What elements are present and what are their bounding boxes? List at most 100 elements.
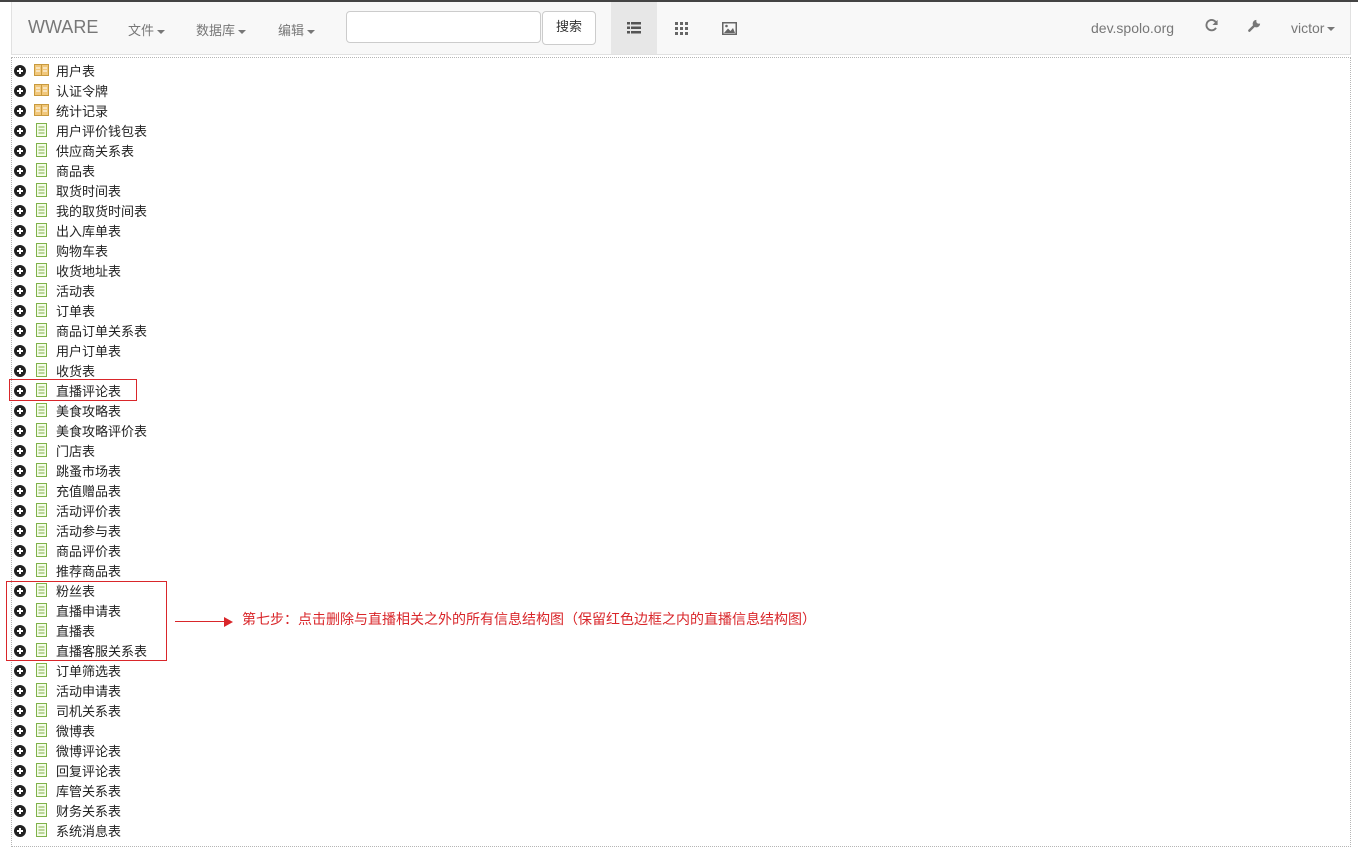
list-view-button[interactable]	[611, 2, 657, 54]
tree-item-label[interactable]: 商品评价表	[56, 541, 121, 560]
tree-item-label[interactable]: 推荐商品表	[56, 561, 121, 580]
tree-item[interactable]: 推荐商品表	[14, 560, 147, 580]
expand-plus-icon[interactable]	[14, 464, 26, 477]
tree-item-label[interactable]: 活动评价表	[56, 501, 121, 520]
image-view-button[interactable]	[706, 2, 752, 54]
host-name[interactable]: dev.spolo.org	[1091, 20, 1174, 36]
expand-plus-icon[interactable]	[14, 404, 26, 417]
tree-item-label[interactable]: 门店表	[56, 441, 95, 460]
expand-plus-icon[interactable]	[14, 164, 26, 177]
expand-plus-icon[interactable]	[14, 564, 26, 577]
tree-item-label[interactable]: 充值赠品表	[56, 481, 121, 500]
expand-plus-icon[interactable]	[14, 64, 26, 77]
tree-item[interactable]: 商品订单关系表	[14, 320, 147, 340]
expand-plus-icon[interactable]	[14, 144, 26, 157]
tree-item-label[interactable]: 取货时间表	[56, 181, 121, 200]
tree-item-label[interactable]: 微博表	[56, 721, 95, 740]
tree-item-label[interactable]: 库管关系表	[56, 781, 121, 800]
expand-plus-icon[interactable]	[14, 484, 26, 497]
tree-item[interactable]: 出入库单表	[14, 220, 147, 240]
tree-item[interactable]: 商品表	[14, 160, 147, 180]
tree-item[interactable]: 取货时间表	[14, 180, 147, 200]
tree-item-label[interactable]: 收货表	[56, 361, 95, 380]
tree-item[interactable]: 活动评价表	[14, 500, 147, 520]
expand-plus-icon[interactable]	[14, 224, 26, 237]
menu-edit[interactable]: 编辑	[278, 20, 316, 39]
expand-plus-icon[interactable]	[14, 724, 26, 737]
tree-item[interactable]: 用户订单表	[14, 340, 147, 360]
tree-item-label[interactable]: 统计记录	[56, 101, 108, 120]
tree-item-label[interactable]: 跳蚤市场表	[56, 461, 121, 480]
expand-plus-icon[interactable]	[14, 804, 26, 817]
expand-plus-icon[interactable]	[14, 124, 26, 137]
tree-item-label[interactable]: 认证令牌	[56, 81, 108, 100]
expand-plus-icon[interactable]	[14, 104, 26, 117]
expand-plus-icon[interactable]	[14, 264, 26, 277]
expand-plus-icon[interactable]	[14, 364, 26, 377]
tree-item-label[interactable]: 订单筛选表	[56, 661, 121, 680]
tree-item-label[interactable]: 美食攻略表	[56, 401, 121, 420]
expand-plus-icon[interactable]	[14, 744, 26, 757]
tree-item[interactable]: 微博表	[14, 720, 147, 740]
tree-item[interactable]: 购物车表	[14, 240, 147, 260]
grid-view-button[interactable]	[658, 2, 704, 54]
tree-item[interactable]: 用户表	[14, 60, 147, 80]
tree-item[interactable]: 收货表	[14, 360, 147, 380]
menu-database[interactable]: 数据库	[196, 20, 247, 39]
expand-plus-icon[interactable]	[14, 444, 26, 457]
tree-item[interactable]: 活动表	[14, 280, 147, 300]
expand-plus-icon[interactable]	[14, 184, 26, 197]
expand-plus-icon[interactable]	[14, 664, 26, 677]
expand-plus-icon[interactable]	[14, 284, 26, 297]
tree-item[interactable]: 订单筛选表	[14, 660, 147, 680]
tree-item-label[interactable]: 出入库单表	[56, 221, 121, 240]
user-menu[interactable]: victor	[1291, 20, 1336, 36]
tree-item-label[interactable]: 用户评价钱包表	[56, 121, 147, 140]
tree-item[interactable]: 司机关系表	[14, 700, 147, 720]
tree-item[interactable]: 收货地址表	[14, 260, 147, 280]
tree-item-label[interactable]: 商品表	[56, 161, 95, 180]
tree-item[interactable]: 美食攻略评价表	[14, 420, 147, 440]
expand-plus-icon[interactable]	[14, 764, 26, 777]
tree-item-label[interactable]: 系统消息表	[56, 821, 121, 840]
expand-plus-icon[interactable]	[14, 784, 26, 797]
tree-item[interactable]: 统计记录	[14, 100, 147, 120]
tree-item-label[interactable]: 美食攻略评价表	[56, 421, 147, 440]
expand-plus-icon[interactable]	[14, 704, 26, 717]
tree-item[interactable]: 库管关系表	[14, 780, 147, 800]
tree-item-label[interactable]: 我的取货时间表	[56, 201, 147, 220]
expand-plus-icon[interactable]	[14, 84, 26, 97]
tree-item-label[interactable]: 微博评论表	[56, 741, 121, 760]
expand-plus-icon[interactable]	[14, 324, 26, 337]
tree-item-label[interactable]: 用户订单表	[56, 341, 121, 360]
expand-plus-icon[interactable]	[14, 244, 26, 257]
tree-item-label[interactable]: 财务关系表	[56, 801, 121, 820]
tree-item[interactable]: 活动参与表	[14, 520, 147, 540]
tree-item[interactable]: 财务关系表	[14, 800, 147, 820]
tree-item-label[interactable]: 活动参与表	[56, 521, 121, 540]
tree-item[interactable]: 跳蚤市场表	[14, 460, 147, 480]
expand-plus-icon[interactable]	[14, 684, 26, 697]
tree-item[interactable]: 微博评论表	[14, 740, 147, 760]
tree-item-label[interactable]: 供应商关系表	[56, 141, 134, 160]
tree-item-label[interactable]: 司机关系表	[56, 701, 121, 720]
tree-item-label[interactable]: 回复评论表	[56, 761, 121, 780]
expand-plus-icon[interactable]	[14, 204, 26, 217]
expand-plus-icon[interactable]	[14, 424, 26, 437]
wrench-icon[interactable]	[1247, 18, 1262, 33]
search-button[interactable]: 搜索	[542, 11, 596, 45]
tree-item[interactable]: 供应商关系表	[14, 140, 147, 160]
tree-item[interactable]: 回复评论表	[14, 760, 147, 780]
tree-item-label[interactable]: 收货地址表	[56, 261, 121, 280]
search-input[interactable]	[346, 11, 541, 43]
expand-plus-icon[interactable]	[14, 544, 26, 557]
tree-item[interactable]: 门店表	[14, 440, 147, 460]
tree-item[interactable]: 认证令牌	[14, 80, 147, 100]
tree-item[interactable]: 用户评价钱包表	[14, 120, 147, 140]
expand-plus-icon[interactable]	[14, 344, 26, 357]
expand-plus-icon[interactable]	[14, 304, 26, 317]
expand-plus-icon[interactable]	[14, 524, 26, 537]
refresh-icon[interactable]	[1204, 18, 1219, 33]
tree-item[interactable]: 系统消息表	[14, 820, 147, 840]
tree-item-label[interactable]: 活动申请表	[56, 681, 121, 700]
